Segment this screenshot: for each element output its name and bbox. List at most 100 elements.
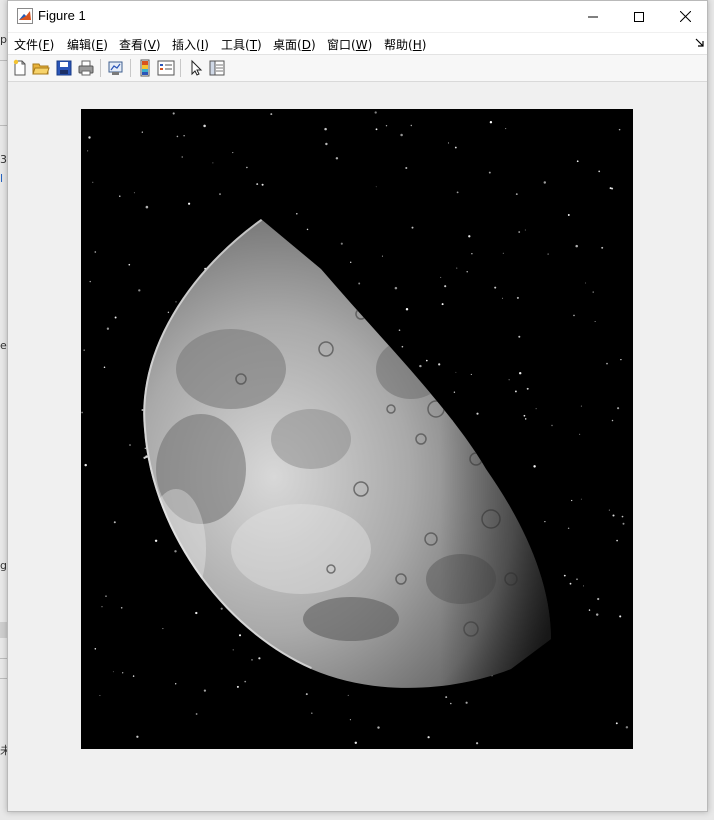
edit-plot-icon[interactable] (187, 59, 205, 77)
star-dot (447, 142, 450, 144)
menu-window[interactable]: 窗口(W) (327, 36, 372, 53)
dock-arrow-icon[interactable] (695, 38, 704, 47)
star-dot (106, 327, 110, 330)
star-dot (518, 371, 522, 375)
star-dot (456, 191, 459, 194)
star-dot (576, 160, 579, 163)
close-button[interactable] (662, 1, 708, 32)
star-dot (375, 128, 378, 131)
print-icon[interactable] (77, 59, 95, 77)
star-dot (426, 359, 428, 362)
property-inspector-icon[interactable] (208, 59, 226, 77)
star-dot (445, 696, 448, 699)
star-dot (501, 297, 504, 299)
star-dot (238, 634, 242, 637)
star-dot (174, 550, 177, 553)
star-dot (88, 136, 91, 139)
open-file-icon[interactable] (32, 59, 50, 77)
star-dot (466, 270, 468, 273)
star-dot (609, 187, 612, 190)
star-dot (114, 316, 117, 319)
menu-tools[interactable]: 工具(T) (221, 36, 262, 53)
menu-view[interactable]: 查看(V) (119, 36, 161, 53)
save-icon[interactable] (55, 59, 73, 77)
background-text-fragment: 3 (0, 153, 7, 166)
star-dot (576, 578, 578, 581)
link-plot-icon[interactable] (107, 59, 125, 77)
star-dot (154, 539, 158, 543)
menu-edit[interactable]: 编辑(E) (67, 36, 108, 53)
star-dot (347, 694, 349, 696)
star-dot (236, 685, 239, 688)
star-dot (441, 303, 444, 306)
star-dot (81, 411, 83, 414)
star-dot (129, 444, 131, 446)
title-bar[interactable]: Figure 1 (8, 1, 707, 32)
star-dot (358, 282, 361, 285)
star-dot (580, 498, 582, 500)
star-dot (489, 121, 493, 124)
close-icon (679, 11, 691, 22)
star-dot (606, 362, 608, 365)
star-dot (611, 419, 614, 422)
star-dot (349, 719, 351, 721)
star-dot (543, 181, 547, 184)
star-dot (533, 465, 536, 468)
star-dot (270, 113, 273, 116)
background-text-fragment: l (0, 172, 4, 185)
minimize-icon (588, 16, 598, 17)
star-dot (305, 693, 308, 696)
star-dot (621, 515, 624, 518)
star-dot (563, 574, 566, 577)
star-dot (514, 390, 517, 393)
star-dot (544, 520, 546, 523)
star-dot (377, 726, 380, 729)
colorbar-icon[interactable] (136, 59, 154, 77)
star-dot (625, 726, 629, 729)
star-dot (311, 712, 313, 714)
star-dot (523, 414, 526, 417)
toolbar-separator (100, 59, 101, 77)
star-dot (601, 246, 604, 249)
new-figure-icon[interactable] (11, 59, 29, 77)
star-dot (427, 736, 430, 739)
star-dot (571, 499, 573, 502)
menu-bar: 文件(F) 编辑(E) 查看(V) 插入(I) 工具(T) 桌面(D) 窗口(W… (8, 33, 707, 55)
star-dot (132, 675, 135, 677)
star-dot (526, 387, 529, 390)
star-dot (454, 146, 457, 149)
star-dot (385, 125, 388, 127)
star-dot (518, 335, 521, 338)
star-dot (232, 152, 234, 154)
star-dot (494, 286, 497, 289)
star-dot (244, 680, 247, 683)
star-dot (475, 742, 479, 745)
star-dot (99, 695, 101, 696)
menu-help[interactable]: 帮助(H) (384, 36, 426, 53)
menu-insert[interactable]: 插入(I) (172, 36, 209, 53)
star-dot (567, 527, 570, 530)
star-dot (306, 228, 309, 231)
star-dot (145, 205, 149, 209)
star-dot (505, 128, 507, 130)
maximize-button[interactable] (616, 1, 662, 32)
legend-icon[interactable] (157, 59, 175, 77)
star-dot (143, 456, 146, 460)
star-dot (438, 363, 441, 366)
star-dot (181, 156, 183, 158)
star-dot (188, 202, 191, 205)
image-axes[interactable] (81, 109, 633, 749)
star-dot (141, 131, 143, 133)
star-dot (103, 366, 106, 368)
star-dot (84, 463, 87, 467)
menu-desktop[interactable]: 桌面(D) (273, 36, 316, 53)
minimize-button[interactable] (570, 1, 616, 32)
star-dot (183, 135, 185, 137)
star-dot (617, 407, 620, 410)
star-dot (583, 585, 584, 587)
star-dot (619, 615, 622, 618)
star-dot (256, 183, 259, 186)
maximize-icon (634, 11, 644, 22)
menu-file[interactable]: 文件(F) (14, 36, 54, 53)
star-dot (620, 358, 622, 361)
